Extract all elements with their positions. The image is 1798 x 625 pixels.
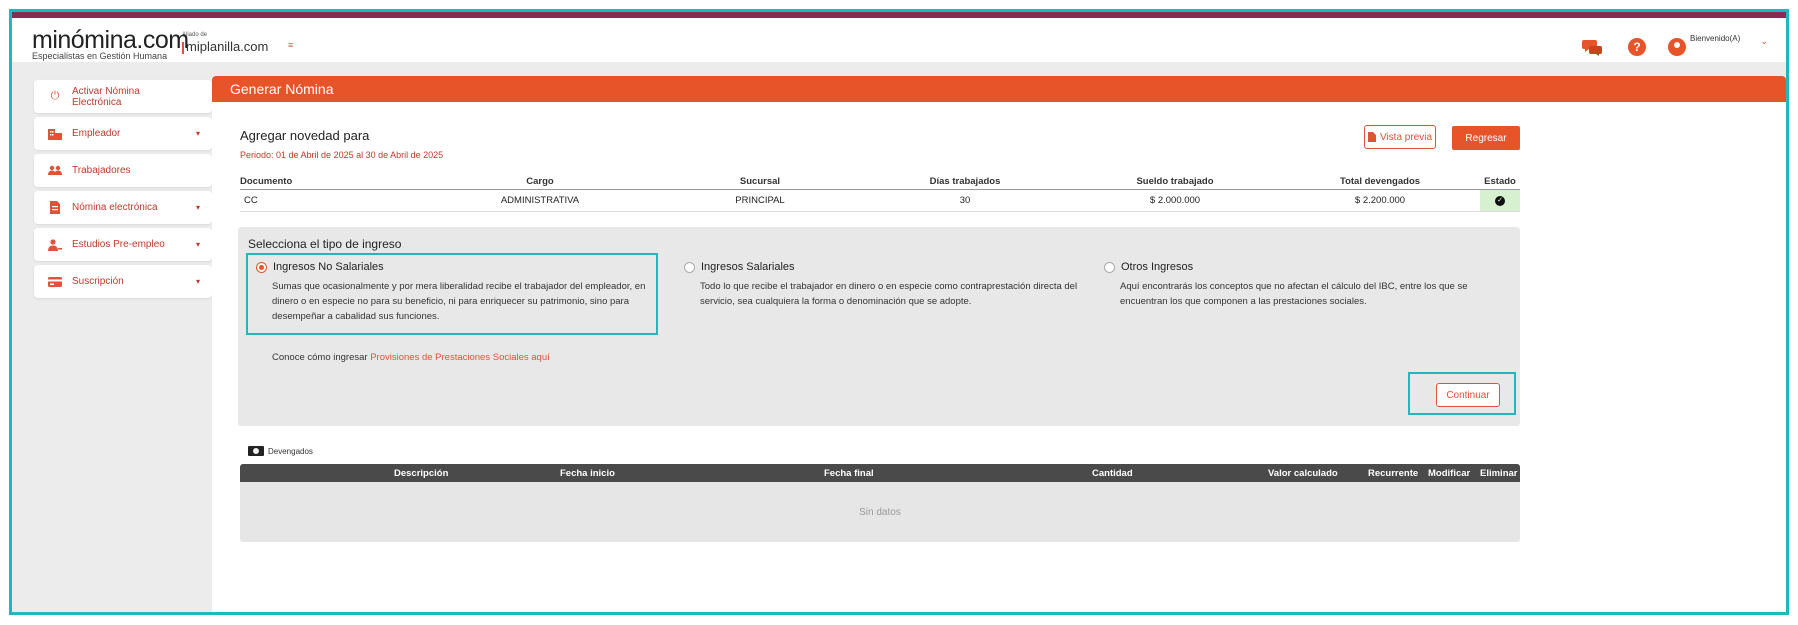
partner-bar-mark [182,41,184,54]
cell-sueldo: $ 2.000.000 [1149,195,1201,206]
vista-previa-button[interactable]: Vista previa [1364,125,1436,149]
devengados-section-label: Devengados [248,446,313,456]
cell-sucursal: PRINCIPAL [735,195,785,206]
cell-total: $ 2.200.000 [1354,195,1406,206]
option-otros-ingresos[interactable]: Otros Ingresos Aquí encontrarás los conc… [1104,261,1514,309]
vista-previa-label: Vista previa [1379,131,1433,143]
provisiones-hint-prefix: Conoce cómo ingresar [272,352,368,363]
column-header: Cargo [526,175,554,187]
table-header-row: Documento Cargo Sucursal Días trabajados… [240,173,1520,190]
cell-estado: ✓ [1480,190,1520,211]
column-header: Cantidad [1092,468,1133,479]
minomina-logo[interactable]: minómina.com Especialistas en Gestión Hu… [32,28,189,61]
logo-tagline: Especialistas en Gestión Humana [32,51,168,61]
column-header: Total devengados [1339,175,1421,187]
tipo-ingreso-panel: Selecciona el tipo de ingreso Ingresos N… [238,227,1520,426]
periodo-text: Periodo: 01 de Abril de 2025 al 30 de Ab… [240,150,444,160]
help-icon[interactable]: ? [1628,38,1646,56]
option-description: Todo lo que recibe el trabajador en dine… [700,281,1078,307]
radio-otros-ingresos[interactable] [1104,261,1115,273]
devengados-table: Descripción Fecha inicio Fecha final Can… [240,464,1520,542]
pdf-icon [1367,132,1376,142]
devengados-label: Devengados [268,446,313,456]
chat-icon[interactable] [1582,36,1604,58]
user-check-icon [48,238,62,252]
partner-logo: Aliado de miplanilla.com [182,32,268,54]
radio-ingresos-no-salariales[interactable] [256,261,267,273]
app-window: minómina.com Especialistas en Gestión Hu… [9,9,1789,615]
top-right-actions: ? Bienvenido(A) ⌄ [1558,34,1768,60]
sidebar-item-activar-nomina[interactable]: ⏻ Activar Nómina Electrónica [34,80,212,113]
column-header: Días trabajados [929,175,1001,187]
empty-state-text: Sin datos [859,507,901,518]
sidebar-item-label: Nómina electrónica [72,202,158,213]
sidebar-item-label: Activar Nómina Electrónica [72,85,140,108]
user-menu[interactable]: Bienvenido(A) ⌄ [1668,34,1768,60]
users-icon [48,164,62,178]
regresar-button[interactable]: Regresar [1452,126,1520,150]
sidebar-item-nomina-electronica[interactable]: Nómina electrónica ▾ [34,191,212,224]
chevron-down-icon[interactable]: ⌄ [1760,36,1768,47]
table-header-row: Descripción Fecha inicio Fecha final Can… [240,464,1520,482]
column-header: Recurrente [1368,468,1419,479]
top-navbar: minómina.com Especialistas en Gestión Hu… [12,12,1786,62]
power-icon: ⏻ [50,90,60,102]
check-circle-icon: ✓ [1495,195,1505,206]
partner-small-label: Aliado de [182,32,208,38]
document-icon [48,201,62,215]
column-header: Modificar [1428,468,1471,479]
sidebar-item-empleador[interactable]: Empleador ▾ [34,117,212,150]
option-label: Ingresos No Salariales [273,261,384,273]
employee-summary-table: Documento Cargo Sucursal Días trabajados… [240,173,1520,212]
column-header: Fecha final [824,468,874,479]
caret-down-icon: ▾ [195,129,200,138]
column-header: Eliminar [1480,468,1518,479]
column-header: Valor calculado [1268,468,1338,479]
user-avatar-icon [1668,38,1686,56]
sidebar-item-label: Estudios Pre-empleo [72,239,165,250]
continuar-button[interactable]: Continuar [1436,383,1500,407]
option-ingresos-no-salariales[interactable]: Ingresos No Salariales Sumas que ocasion… [246,253,658,335]
sidebar-item-label: Empleador [72,128,121,139]
column-header: Sueldo trabajado [1136,175,1214,187]
logo-name: minómina.com [32,26,189,54]
sidebar-item-trabajadores[interactable]: Trabajadores [34,154,212,187]
tipo-ingreso-title: Selecciona el tipo de ingreso [248,237,402,251]
caret-down-icon: ▾ [195,277,200,286]
option-ingresos-salariales[interactable]: Ingresos Salariales Todo lo que recibe e… [684,261,1094,309]
cell-cargo: ADMINISTRATIVA [500,195,580,206]
option-description: Aquí encontrarás los conceptos que no af… [1120,281,1468,307]
column-header: Descripción [394,468,449,479]
option-description: Sumas que ocasionalmente y por mera libe… [272,281,646,322]
option-label: Ingresos Salariales [701,261,795,273]
provisiones-link[interactable]: Provisiones de Prestaciones Sociales aqu… [370,352,550,363]
generar-nomina-panel: Generar Nómina Agregar novedad para Peri… [212,76,1786,612]
building-icon [48,127,62,141]
cell-documento: CC [244,195,258,206]
option-label: Otros Ingresos [1121,261,1194,273]
card-icon [48,275,62,289]
sidebar-item-label: Trabajadores [72,165,131,176]
column-header: Documento [240,175,293,187]
sidebar-item-suscripcion[interactable]: Suscripción ▾ [34,265,212,298]
novedad-title: Agregar novedad para [240,128,370,143]
menu-toggle-icon[interactable]: ≡ [288,40,293,50]
cell-dias: 30 [959,195,971,206]
column-header: Estado [1484,175,1516,187]
caret-down-icon: ▾ [195,203,200,212]
welcome-text: Bienvenido(A) [1690,34,1741,43]
money-icon [248,446,264,456]
table-row: CC ADMINISTRATIVA PRINCIPAL 30 $ 2.000.0… [240,190,1520,212]
partner-name: miplanilla.com [186,39,269,54]
provisiones-hint: Conoce cómo ingresar Provisiones de Pres… [272,352,550,363]
caret-down-icon: ▾ [195,240,200,249]
column-header: Fecha inicio [560,468,615,479]
sidebar-item-estudios-pre-empleo[interactable]: Estudios Pre-empleo ▾ [34,228,212,261]
radio-ingresos-salariales[interactable] [684,261,695,273]
sidebar-item-label: Suscripción [72,276,124,287]
panel-title: Generar Nómina [212,76,1786,102]
sidebar: ⏻ Activar Nómina Electrónica Empleador ▾… [34,80,212,302]
column-header: Sucursal [739,175,781,187]
continuar-highlight: Continuar [1408,372,1516,415]
